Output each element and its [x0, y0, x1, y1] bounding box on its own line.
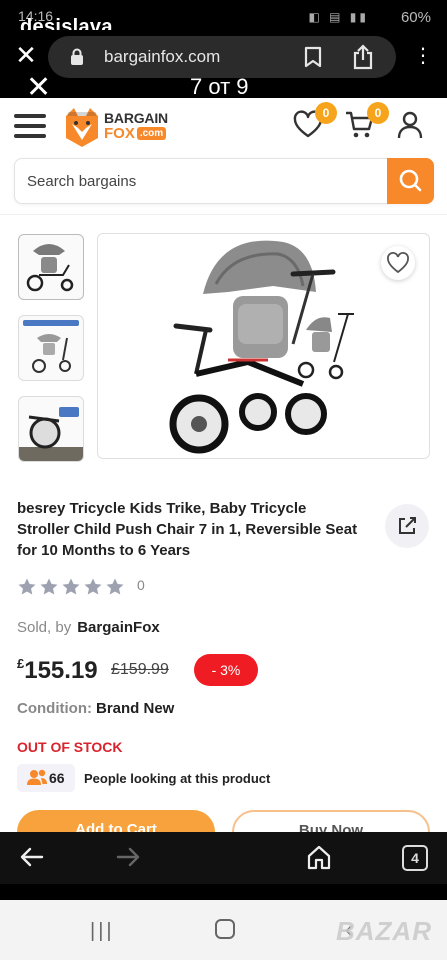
- user-icon: [397, 111, 423, 139]
- thumbnail-3[interactable]: [18, 396, 84, 462]
- recent-apps-icon[interactable]: |||: [90, 920, 115, 943]
- battery-level: 60%: [400, 9, 431, 26]
- system-icons: ◧ ▤ ▮▮: [308, 10, 369, 24]
- url-text: bargainfox.com: [104, 47, 221, 66]
- star-icon: [106, 578, 124, 595]
- condition-value: Brand New: [95, 700, 175, 717]
- search-icon: [399, 169, 422, 192]
- price-value: 155.19: [24, 657, 98, 684]
- cart-badge: 0: [367, 102, 389, 124]
- discount-badge: - 3%: [194, 654, 258, 686]
- gallery-close-icon[interactable]: ✕: [26, 70, 51, 105]
- main-product-image[interactable]: [97, 233, 430, 459]
- back-arrow-icon[interactable]: [20, 846, 44, 868]
- people-count-pill: 66: [17, 764, 75, 792]
- system-navigation-bar: ||| ‹ BAZAR: [0, 900, 447, 960]
- search-input[interactable]: [27, 159, 387, 203]
- site-header: BARGAIN FOX .com 0 0: [0, 98, 447, 156]
- gallery-counter: 7 от 9: [190, 74, 249, 99]
- system-home-icon[interactable]: [215, 919, 235, 939]
- star-icon: [18, 578, 36, 595]
- search-button[interactable]: [387, 158, 434, 204]
- external-link-icon: [399, 517, 416, 534]
- stock-status: OUT OF STOCK: [17, 739, 123, 755]
- add-to-wishlist-button[interactable]: [381, 246, 415, 280]
- buy-now-button[interactable]: Buy Now: [232, 810, 430, 832]
- bookmark-icon[interactable]: [304, 46, 322, 68]
- sold-by: Sold, by BargainFox: [17, 619, 160, 636]
- current-price: £155.19: [17, 656, 98, 685]
- logo-fox-word: FOX: [104, 125, 135, 142]
- sold-by-label: Sold, by: [17, 619, 72, 636]
- site-logo[interactable]: BARGAIN FOX .com: [62, 104, 174, 150]
- browser-bottom-bar: 4: [0, 832, 447, 884]
- home-icon[interactable]: [306, 844, 332, 870]
- more-options-icon[interactable]: ⋮: [413, 46, 433, 66]
- account-button[interactable]: [396, 110, 430, 144]
- cart-button[interactable]: 0: [345, 102, 389, 144]
- close-tab-icon[interactable]: ✕: [12, 40, 40, 70]
- web-page: BARGAIN FOX .com 0 0 Search bargains bes…: [0, 98, 447, 832]
- fox-logo-icon: [66, 108, 98, 147]
- logo-text-bargain: BARGAIN: [104, 110, 168, 126]
- logo-text-fox: FOX .com: [104, 125, 167, 142]
- product-title: besrey Tricycle Kids Trike, Baby Tricycl…: [17, 500, 358, 559]
- status-bar: 14:16 desislava ◧ ▤ ▮▮ 60%: [0, 0, 447, 38]
- rating-stars: [17, 577, 127, 597]
- share-icon[interactable]: [352, 44, 374, 70]
- condition-label: Condition:: [17, 700, 92, 717]
- black-gap: [0, 884, 447, 900]
- thumbnail-1[interactable]: [18, 234, 84, 300]
- search-bar: [14, 158, 434, 204]
- star-icon: [62, 578, 80, 595]
- people-count: 66: [49, 770, 65, 786]
- condition: Condition: Brand New: [17, 700, 174, 717]
- star-icon: [84, 578, 102, 595]
- header-divider: [0, 214, 447, 215]
- thumbnail-list: [18, 234, 84, 477]
- rating-count: 0: [137, 577, 145, 593]
- tricycle-wheel-thumbnail-image: [19, 407, 83, 461]
- heart-outline-icon: [387, 252, 409, 274]
- people-text: People looking at this product: [84, 771, 271, 786]
- tricycle-thumbnail-image: [26, 244, 74, 292]
- address-bar[interactable]: bargainfox.com: [48, 36, 396, 78]
- tabs-count-button[interactable]: 4: [402, 845, 428, 871]
- tricycle-feature-thumbnail-image: [23, 320, 79, 373]
- menu-icon[interactable]: [14, 114, 46, 138]
- bazar-watermark: BAZAR: [336, 916, 432, 946]
- share-product-button[interactable]: [385, 504, 429, 548]
- thumbnail-2[interactable]: [18, 315, 84, 381]
- lock-icon: [71, 48, 83, 65]
- wishlist-button[interactable]: 0: [293, 102, 337, 144]
- forward-arrow-icon[interactable]: [116, 846, 140, 868]
- seller-name[interactable]: BargainFox: [77, 619, 160, 636]
- star-icon: [40, 578, 58, 595]
- wishlist-badge: 0: [315, 102, 337, 124]
- old-price: £159.99: [111, 661, 169, 678]
- logo-suffix: .com: [136, 127, 167, 140]
- add-to-cart-button[interactable]: Add to Cart: [17, 810, 215, 832]
